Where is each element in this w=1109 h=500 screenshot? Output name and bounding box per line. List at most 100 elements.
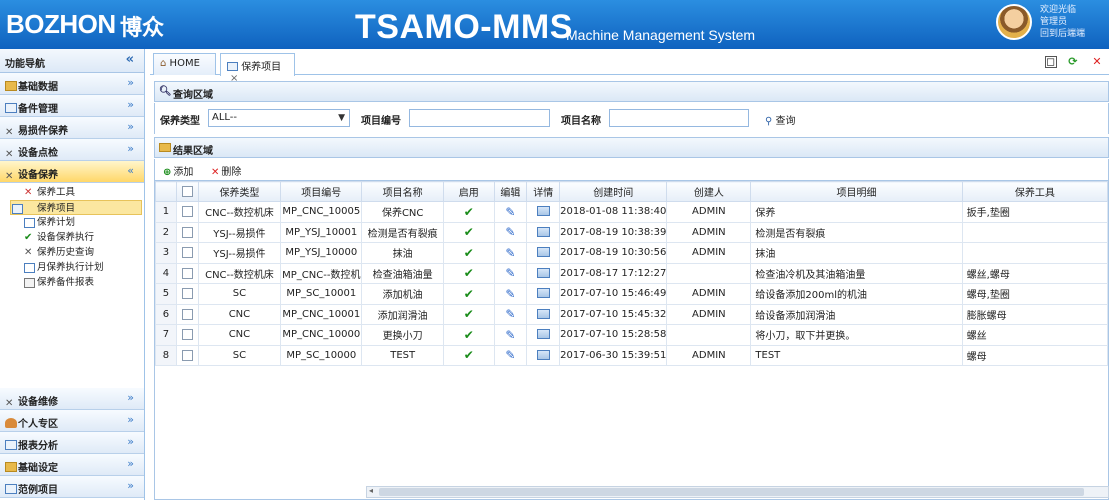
cell-enabled[interactable]: ✔	[443, 283, 495, 305]
sidebar-section-spare-parts[interactable]: 备件管理 »	[0, 95, 144, 117]
checkmark-icon[interactable]: ✔	[464, 205, 474, 219]
sidebar-item-maintenance-history[interactable]: ✕ 保养历史查询	[0, 245, 144, 260]
name-input[interactable]	[609, 109, 749, 127]
sidebar-section-personal[interactable]: 个人专区 »	[0, 410, 144, 432]
checkmark-icon[interactable]: ✔	[464, 266, 474, 280]
collapse-sidebar-icon[interactable]: «	[126, 52, 134, 67]
row-checkbox[interactable]	[181, 308, 193, 320]
cell-detail[interactable]	[526, 283, 561, 305]
table-row[interactable]: 4 CNC--数控机床 MP_CNC--数控机 检查油箱油量 ✔ ✎ 2017-08-17 …	[155, 262, 1108, 284]
maximize-icon[interactable]: ◻	[1044, 56, 1057, 68]
checkmark-icon[interactable]: ✔	[464, 246, 474, 260]
pencil-icon[interactable]: ✎	[505, 287, 515, 301]
checkmark-icon[interactable]: ✔	[464, 225, 474, 239]
cell-edit[interactable]: ✎	[493, 324, 528, 346]
detail-icon[interactable]	[536, 226, 550, 237]
pencil-icon[interactable]: ✎	[505, 307, 515, 321]
cell-enabled[interactable]: ✔	[443, 242, 495, 264]
sidebar-section-settings[interactable]: 基础设定 »	[0, 454, 144, 476]
cell-detail[interactable]	[526, 201, 561, 223]
row-checkbox[interactable]	[181, 329, 193, 340]
checkmark-icon[interactable]: ✔	[464, 328, 474, 342]
cell-edit[interactable]: ✎	[493, 262, 528, 284]
detail-icon[interactable]	[536, 308, 550, 319]
detail-icon[interactable]	[536, 247, 550, 258]
sidebar-section-repair[interactable]: ✕ 设备维修 »	[0, 388, 144, 410]
cell-edit[interactable]: ✎	[493, 201, 528, 223]
row-checkbox-cell[interactable]	[175, 262, 199, 284]
cell-edit[interactable]: ✎	[493, 303, 528, 325]
detail-icon[interactable]	[536, 349, 550, 360]
cell-edit[interactable]: ✎	[493, 242, 528, 264]
pencil-icon[interactable]: ✎	[505, 246, 515, 260]
table-row[interactable]: 7 CNC MP_CNC_10000 更换小刀 ✔ ✎ 2017-07-10 15:28:5…	[155, 324, 1108, 346]
cell-edit[interactable]: ✎	[493, 344, 528, 366]
sidebar-item-maintenance-plan[interactable]: 保养计划	[0, 215, 144, 230]
row-checkbox-cell[interactable]	[175, 242, 199, 264]
cell-edit[interactable]: ✎	[493, 283, 528, 305]
table-row[interactable]: 3 YSJ--易损件 MP_YSJ_10000 抹油 ✔ ✎ 2017-08-19 10:3…	[155, 242, 1108, 264]
cell-detail[interactable]	[526, 221, 561, 243]
close-icon[interactable]: ✕	[1089, 54, 1105, 70]
pencil-icon[interactable]: ✎	[505, 205, 515, 219]
scrollbar-thumb[interactable]	[379, 488, 1084, 496]
row-checkbox-cell[interactable]	[175, 283, 199, 305]
row-checkbox[interactable]	[181, 206, 193, 217]
table-row[interactable]: 6 CNC MP_CNC_10001 添加润滑油 ✔ ✎ 2017-07-10 15:45:…	[155, 303, 1108, 325]
sidebar-item-maintenance-exec[interactable]: ✔ 设备保养执行	[0, 230, 144, 245]
cell-detail[interactable]	[526, 242, 561, 264]
cell-detail[interactable]	[526, 303, 561, 325]
cell-enabled[interactable]: ✔	[443, 344, 495, 366]
checkmark-icon[interactable]: ✔	[464, 287, 474, 301]
cell-enabled[interactable]: ✔	[443, 221, 495, 243]
table-row[interactable]: 1 CNC--数控机床 MP_CNC_10005 保养CNC ✔ ✎ 2018-01-08 …	[155, 201, 1108, 223]
tab-home[interactable]: ⌂ HOME	[153, 53, 216, 75]
tab-maintenance-items[interactable]: 保养项目×	[220, 53, 295, 84]
row-checkbox[interactable]	[181, 349, 193, 361]
table-row[interactable]: 5 SC MP_SC_10001 添加机油 ✔ ✎ 2017-07-10 15:46:49 A…	[155, 283, 1108, 305]
row-checkbox-cell[interactable]	[175, 201, 199, 223]
detail-icon[interactable]	[536, 267, 550, 278]
pencil-icon[interactable]: ✎	[505, 348, 515, 362]
pencil-icon[interactable]: ✎	[505, 328, 515, 342]
cell-detail[interactable]	[526, 262, 561, 284]
detail-icon[interactable]	[536, 206, 550, 217]
table-row[interactable]: 2 YSJ--易损件 MP_YSJ_10001 检测是否有裂痕 ✔ ✎ 2017-08-19…	[155, 221, 1108, 243]
cell-edit[interactable]: ✎	[493, 221, 528, 243]
sidebar-item-maintenance-tools[interactable]: ✕ 保养工具	[0, 185, 144, 200]
cell-enabled[interactable]: ✔	[443, 262, 495, 284]
sidebar-section-inspection[interactable]: ✕ 设备点检 »	[0, 139, 144, 161]
select-all-checkbox[interactable]	[181, 185, 193, 197]
cell-enabled[interactable]: ✔	[443, 201, 495, 223]
detail-icon[interactable]	[536, 288, 550, 299]
row-checkbox[interactable]	[181, 226, 193, 238]
pencil-icon[interactable]: ✎	[505, 225, 515, 239]
checkmark-icon[interactable]: ✔	[464, 307, 474, 321]
row-checkbox[interactable]	[181, 247, 193, 258]
sidebar-section-wear-parts[interactable]: ✕ 易损件保养 »	[0, 117, 144, 139]
row-checkbox-cell[interactable]	[175, 324, 199, 346]
sidebar-section-basic-data[interactable]: 基础数据 »	[0, 73, 144, 95]
row-checkbox-cell[interactable]	[175, 344, 199, 366]
cell-detail[interactable]	[526, 344, 561, 366]
cell-enabled[interactable]: ✔	[443, 324, 495, 346]
row-checkbox[interactable]	[181, 288, 193, 299]
detail-icon[interactable]	[536, 329, 550, 340]
cell-enabled[interactable]: ✔	[443, 303, 495, 325]
pencil-icon[interactable]: ✎	[505, 266, 515, 280]
row-checkbox[interactable]	[181, 267, 193, 279]
sidebar-item-maintenance-items[interactable]: 保养项目	[10, 200, 142, 215]
code-input[interactable]	[409, 109, 550, 127]
horizontal-scrollbar[interactable]: ◂	[366, 486, 1109, 498]
table-row[interactable]: 8 SC MP_SC_10000 TEST ✔ ✎ 2017-06-30 15:39:51 A…	[155, 344, 1108, 366]
scroll-left-icon[interactable]: ◂	[369, 486, 373, 495]
cell-detail[interactable]	[526, 324, 561, 346]
sidebar-section-reports[interactable]: 报表分析 »	[0, 432, 144, 454]
row-checkbox-cell[interactable]	[175, 303, 199, 325]
add-button[interactable]: ⊕ 添加	[163, 163, 193, 178]
row-checkbox-cell[interactable]	[175, 221, 199, 243]
sidebar-section-samples[interactable]: 范例项目 »	[0, 476, 144, 498]
type-select[interactable]: ALL-- ▼	[208, 109, 350, 127]
user-avatar[interactable]	[996, 4, 1032, 40]
checkmark-icon[interactable]: ✔	[464, 348, 474, 362]
